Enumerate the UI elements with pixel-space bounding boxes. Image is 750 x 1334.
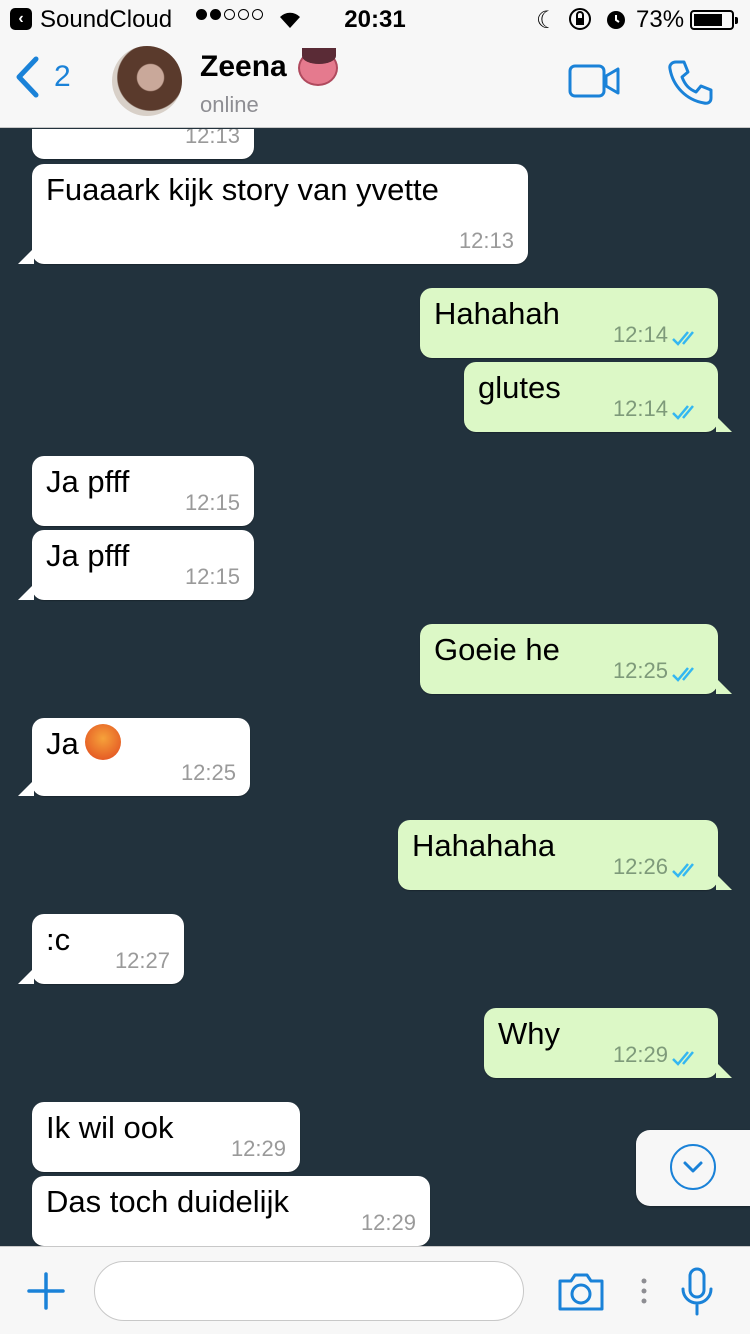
- message-time: 12:13: [458, 228, 514, 253]
- message-time: 12:29: [360, 1210, 416, 1235]
- read-receipt-icon: [672, 331, 694, 346]
- scroll-to-bottom-button[interactable]: [636, 1130, 750, 1206]
- message-time: 12:14: [612, 322, 668, 347]
- battery-icon: [690, 10, 738, 30]
- message-time: 12:29: [230, 1136, 286, 1161]
- message-text: Das toch duidelijk: [46, 1184, 289, 1219]
- message-incoming[interactable]: Ja 12:25: [18, 718, 250, 796]
- message-text: Ja pfff: [46, 464, 130, 499]
- message-time: 12:15: [184, 490, 240, 515]
- chevron-left-icon: [16, 56, 39, 98]
- message-incoming[interactable]: Ja pfff 12:15: [18, 530, 254, 600]
- contact-name[interactable]: Zeena: [200, 50, 287, 84]
- bubble-tail: [18, 968, 34, 984]
- rotation-lock-icon: [569, 8, 591, 30]
- chat-header: 2 Zeena online: [0, 40, 750, 128]
- message-outgoing[interactable]: Why 12:29: [484, 1008, 732, 1078]
- message-text: Why: [498, 1016, 560, 1051]
- read-receipt-icon: [672, 405, 694, 420]
- message-text: glutes: [478, 370, 561, 405]
- message-text: Ja: [46, 723, 121, 764]
- bubble-tail: [18, 248, 34, 264]
- read-receipt-icon: [672, 667, 694, 682]
- contact-status: online: [200, 92, 259, 117]
- bubble-tail: [716, 416, 732, 432]
- status-bar: ‹ SoundCloud 20:31 ☾ 73%: [0, 0, 750, 40]
- alarm-icon: [607, 11, 625, 29]
- battery-percentage: 73%: [636, 6, 685, 33]
- message-composer: [0, 1246, 750, 1334]
- camera-icon[interactable]: [556, 1271, 606, 1313]
- more-options-icon[interactable]: [640, 1277, 648, 1305]
- unread-chat-count: 2: [54, 60, 71, 93]
- message-incoming[interactable]: Ik wil ook 12:29: [32, 1102, 300, 1172]
- message-incoming[interactable]: Fuaaark kijk story van yvette 12:13: [18, 164, 528, 264]
- message-time: 12:25: [180, 760, 236, 785]
- message-outgoing[interactable]: Goeie he 12:25: [420, 624, 732, 694]
- message-text: Ja pfff: [46, 538, 130, 573]
- avatar[interactable]: [112, 46, 182, 116]
- read-receipt-icon: [672, 1051, 694, 1066]
- message-time: 12:15: [184, 564, 240, 589]
- bubble-tail: [716, 678, 732, 694]
- message-text: Hahahah: [434, 296, 560, 331]
- angry-face-icon: [84, 723, 121, 760]
- message-outgoing[interactable]: Hahahaha 12:26: [398, 820, 732, 890]
- message-text: Goeie he: [434, 632, 560, 667]
- message-incoming[interactable]: Das toch duidelijk 12:29: [32, 1176, 430, 1246]
- back-button[interactable]: 2: [14, 56, 71, 98]
- plus-icon[interactable]: [26, 1271, 66, 1311]
- bubble-tail: [716, 1062, 732, 1078]
- read-receipt-icon: [672, 863, 694, 878]
- chevron-down-icon: [670, 1144, 716, 1190]
- message-text: Fuaaark kijk story van yvette: [46, 172, 439, 207]
- bubble-tail: [716, 874, 732, 890]
- message-time: 12:29: [612, 1042, 668, 1067]
- message-text: Hahahaha: [412, 828, 556, 863]
- message-list[interactable]: 12:13 Fuaaark kijk story van yvette 12:1…: [0, 129, 750, 1246]
- message-time: 12:25: [612, 658, 668, 683]
- tongue-emoji-icon: [298, 48, 338, 86]
- voice-call-icon[interactable]: [666, 58, 714, 106]
- message-text: Ik wil ook: [46, 1110, 174, 1145]
- message-incoming[interactable]: :c 12:27: [18, 914, 184, 984]
- message-time: 12:14: [612, 396, 668, 421]
- message-input[interactable]: [94, 1261, 524, 1321]
- message-time: 12:27: [114, 948, 170, 973]
- message-text: :c: [46, 922, 71, 957]
- message-time: 12:13: [184, 129, 240, 148]
- microphone-icon[interactable]: [680, 1267, 714, 1317]
- bubble-tail: [18, 780, 34, 796]
- message-incoming[interactable]: Ja pfff 12:15: [32, 456, 254, 526]
- message-outgoing[interactable]: glutes 12:14: [464, 362, 732, 432]
- message-incoming[interactable]: 12:13: [32, 129, 254, 159]
- video-call-icon[interactable]: [568, 64, 620, 98]
- message-outgoing[interactable]: Hahahah 12:14: [420, 288, 718, 358]
- do-not-disturb-icon: ☾: [536, 7, 558, 34]
- message-time: 12:26: [612, 854, 668, 879]
- bubble-tail: [18, 584, 34, 600]
